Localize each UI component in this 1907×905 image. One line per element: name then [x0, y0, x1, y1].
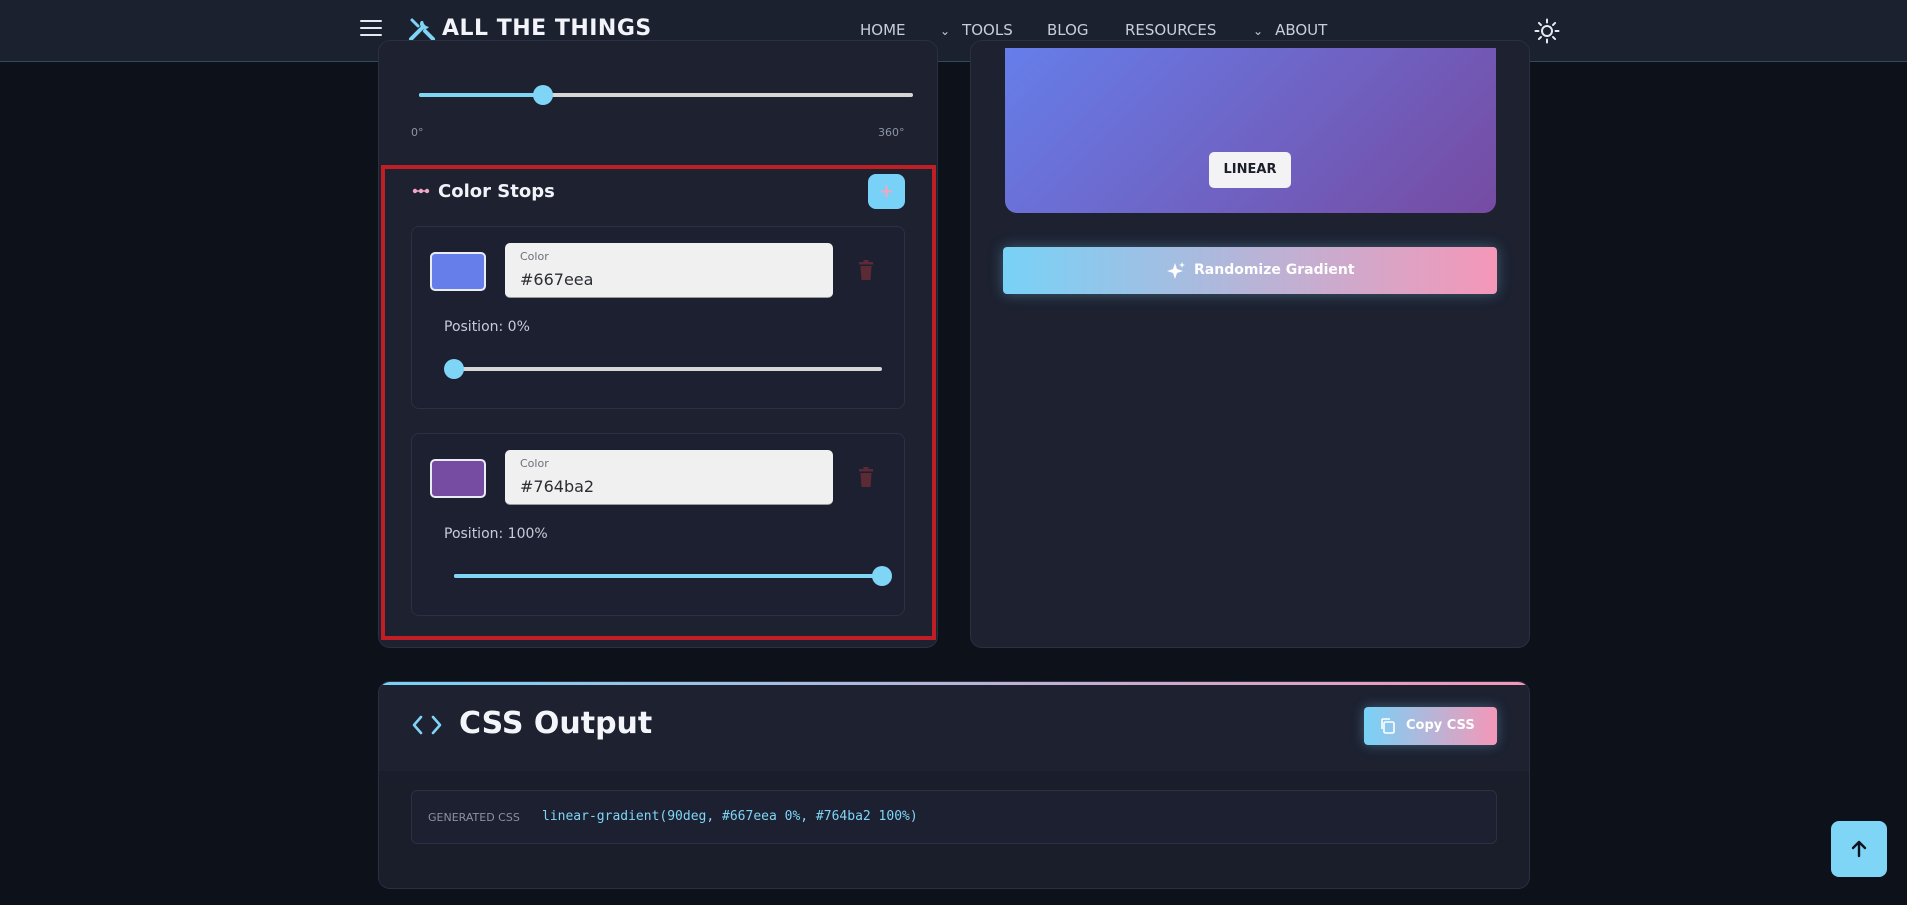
scroll-to-top-button[interactable] [1831, 821, 1887, 877]
position-slider-fill [454, 574, 882, 578]
color-field-label: Color [520, 250, 549, 263]
randomize-gradient-label: Randomize Gradient [1194, 262, 1355, 278]
angle-slider-fill [419, 93, 543, 97]
hamburger-menu-icon[interactable] [360, 20, 382, 38]
color-field-value[interactable]: #667eea [520, 270, 593, 289]
sun-icon[interactable] [1534, 18, 1560, 44]
angle-max-label: 360° [878, 126, 905, 139]
accent-line [379, 682, 1529, 685]
nav-tools-label: TOOLS [962, 21, 1013, 39]
generated-css-code[interactable]: linear-gradient(90deg, #667eea 0%, #764b… [542, 809, 918, 824]
nav-about-label: ABOUT [1275, 21, 1328, 39]
copy-icon [1381, 718, 1395, 734]
color-swatch[interactable] [430, 459, 486, 498]
chevron-down-icon: ⌄ [1253, 24, 1264, 38]
nav-home[interactable]: HOME [860, 21, 906, 39]
position-slider[interactable] [454, 574, 882, 578]
color-field-value[interactable]: #764ba2 [520, 477, 594, 496]
nav-resources-label: RESOURCES [1125, 21, 1217, 39]
color-stops-title: Color Stops [438, 181, 555, 202]
sparkle-icon [1167, 262, 1185, 279]
color-field-label: Color [520, 457, 549, 470]
brand-name[interactable]: ALL THE THINGS [442, 16, 652, 41]
plus-icon: + [878, 181, 895, 202]
nav-resources[interactable]: RESOURCES [1125, 21, 1216, 39]
angle-slider[interactable] [419, 93, 913, 97]
copy-css-label: Copy CSS [1406, 718, 1475, 733]
chevron-down-icon: ⌄ [940, 24, 951, 38]
tools-icon [409, 18, 435, 41]
css-output-title: CSS Output [459, 706, 653, 741]
position-slider-thumb[interactable] [444, 359, 464, 379]
color-field[interactable]: Color #667eea [505, 243, 833, 298]
gradient-preview [1005, 48, 1496, 213]
trash-icon[interactable] [858, 260, 874, 280]
copy-css-button[interactable]: Copy CSS [1364, 707, 1497, 745]
color-stops-icon [412, 188, 430, 194]
add-color-stop-button[interactable]: + [868, 174, 905, 209]
top-navbar: ALL THE THINGS HOME ⌄ TOOLS BLOG RESOURCE… [0, 0, 1907, 62]
angle-slider-thumb[interactable] [532, 85, 553, 105]
position-slider[interactable] [454, 367, 882, 371]
randomize-gradient-button[interactable]: Randomize Gradient [1003, 247, 1497, 294]
trash-icon[interactable] [858, 467, 874, 487]
code-icon [412, 715, 442, 735]
generated-css-box[interactable]: GENERATED CSS linear-gradient(90deg, #66… [411, 790, 1497, 844]
generated-css-tag: GENERATED CSS [428, 811, 520, 824]
color-field[interactable]: Color #764ba2 [505, 450, 833, 505]
nav-home-label: HOME [860, 21, 906, 39]
color-stop-card: Color #764ba2 Position: 100% [411, 433, 905, 616]
nav-about[interactable]: ⌄ ABOUT [1253, 21, 1327, 39]
position-label: Position: 100% [444, 526, 548, 542]
arrow-up-icon [1851, 840, 1867, 858]
position-label: Position: 0% [444, 319, 530, 335]
nav-blog-label: BLOG [1047, 21, 1089, 39]
color-swatch[interactable] [430, 252, 486, 291]
position-slider-thumb[interactable] [872, 566, 892, 586]
nav-tools[interactable]: ⌄ TOOLS [940, 21, 1013, 39]
color-stop-card: Color #667eea Position: 0% [411, 226, 905, 409]
gradient-type-badge: LINEAR [1209, 152, 1291, 188]
angle-min-label: 0° [411, 126, 424, 139]
nav-blog[interactable]: BLOG [1047, 21, 1089, 39]
